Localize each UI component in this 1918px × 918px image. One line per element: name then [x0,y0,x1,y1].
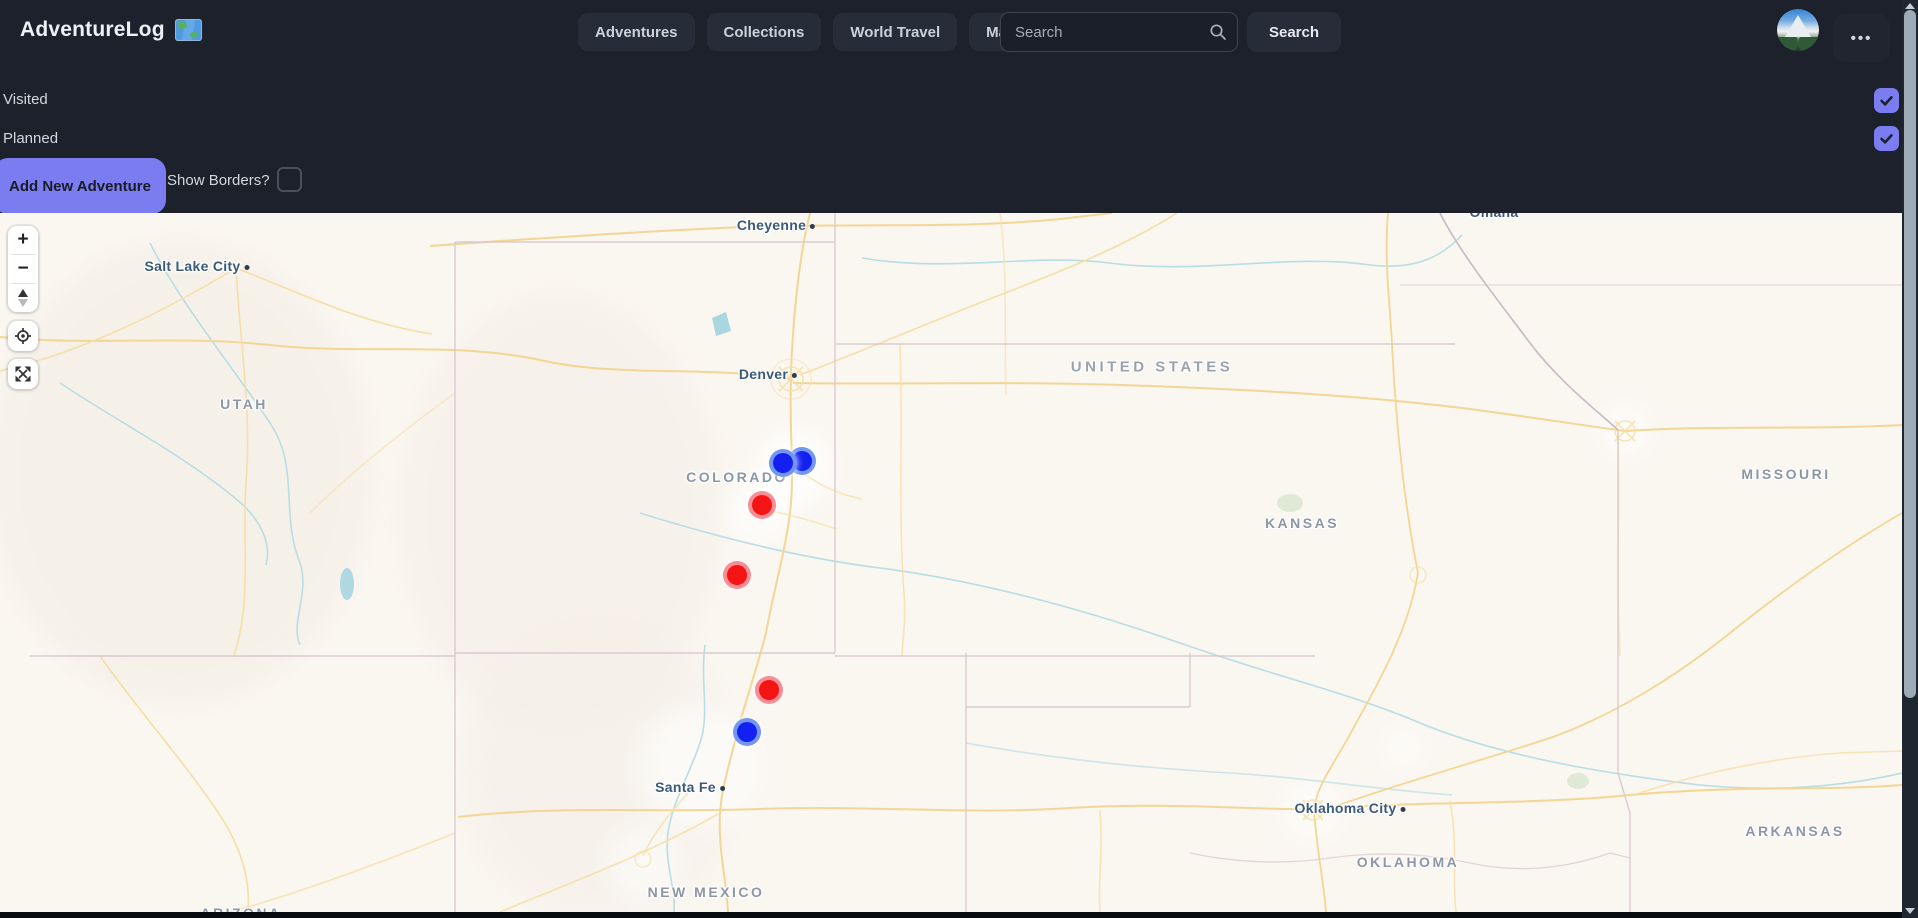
state-label-new-mexico: NEW MEXICO [648,884,765,900]
map-zoom-control: + − [8,226,38,312]
main-nav: AdventuresCollectionsWorld TravelMap [578,13,1033,51]
locate-button[interactable] [8,321,38,351]
adventure-marker-blue[interactable] [769,449,797,477]
map-canvas[interactable]: UNITED STATESUTAHCOLORADOKANSASMISSOURIO… [0,213,1902,912]
footer-strip [0,912,1902,918]
header: AdventureLog Adventures Collections World … [0,0,1902,213]
scrollbar-up-arrow[interactable] [1905,3,1915,9]
city-label-omaha: Omaha [1470,213,1519,220]
adventure-marker-blue[interactable] [733,718,761,746]
avatar[interactable] [1777,9,1819,51]
planned-checkbox[interactable] [1874,126,1899,151]
overflow-menu-button[interactable]: ••• [1833,14,1890,62]
adventure-marker-red[interactable] [723,561,751,589]
show-borders-label: Show Borders? [167,172,270,189]
fullscreen-button[interactable] [8,359,38,389]
nav-item-collections[interactable]: Collections [707,13,822,51]
adventure-marker-red[interactable] [755,676,783,704]
add-new-adventure-button[interactable]: Add New Adventure [0,158,166,214]
app-logo[interactable]: AdventureLog [20,18,202,42]
scrollbar-down-arrow[interactable] [1905,908,1915,914]
missouri-river-border [1440,213,1618,430]
world-map-emoji-icon [175,19,202,41]
page-scrollbar[interactable] [1902,0,1918,918]
state-label-arizona: ARIZONA [200,905,281,912]
city-label-denver: Denver [739,366,797,382]
state-label-arkansas: ARKANSAS [1745,823,1844,839]
app-title: AdventureLog [20,18,165,42]
visited-checkbox[interactable] [1874,88,1899,113]
country-label: UNITED STATES [1071,359,1233,376]
city-dot [245,265,250,270]
app-window: AdventureLog Adventures Collections World … [0,0,1918,918]
planned-label: Planned [3,130,58,147]
city-dot [810,224,815,229]
search-button[interactable]: Search [1247,12,1341,52]
search-field-wrap [1000,12,1238,52]
city-dot [792,373,797,378]
city-label-oklahoma-city: Oklahoma City [1295,800,1406,816]
compass-button[interactable] [8,284,38,312]
state-label-kansas: KANSAS [1265,515,1339,531]
search-icon[interactable] [1209,23,1227,41]
adventure-marker-red[interactable] [748,491,776,519]
scrollbar-thumb[interactable] [1904,10,1916,698]
zoom-out-button[interactable]: − [8,255,38,283]
compass-south-icon [18,299,28,307]
city-dot [720,786,725,791]
city-label-santa-fe: Santa Fe [655,779,725,795]
city-dot [1400,807,1405,812]
city-label-cheyenne: Cheyenne [737,217,815,233]
state-label-missouri: MISSOURI [1741,466,1830,482]
search-input[interactable] [1000,12,1238,52]
fullscreen-icon [14,365,32,383]
compass-north-icon [18,289,28,297]
state-label-oklahoma: OKLAHOMA [1357,854,1459,870]
locate-icon [14,327,32,345]
state-label-utah: UTAH [220,396,268,412]
zoom-in-button[interactable]: + [8,226,38,254]
map-base-layer [0,213,1902,912]
visited-label: Visited [3,91,48,108]
city-label-salt-lake-city: Salt Lake City [144,258,249,274]
nav-item-adventures[interactable]: Adventures [578,13,695,51]
show-borders-checkbox[interactable] [277,167,302,192]
nav-item-world-travel[interactable]: World Travel [833,13,957,51]
